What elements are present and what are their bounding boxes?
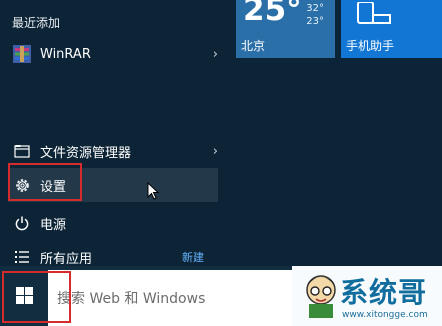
start-item-winrar[interactable]: WinRAR ›: [0, 37, 228, 71]
new-badge: 新建: [182, 251, 204, 264]
phone-assistant-tile[interactable]: 手机助手: [341, 0, 442, 58]
weather-current-temp: 25°: [243, 0, 302, 28]
watermark-url: www.xitongge.com: [342, 310, 428, 320]
weather-low-temp: 23°: [306, 16, 324, 27]
recently-added-title: 最近添加: [12, 16, 61, 30]
watermark-avatar-icon: [300, 272, 342, 320]
watermark-logo: 系统哥 www.xitongge.com: [292, 266, 442, 326]
chevron-right-icon[interactable]: ›: [213, 144, 218, 159]
weather-high-temp: 32°: [306, 3, 324, 14]
winrar-icon: [12, 44, 32, 64]
start-highlight-box: [2, 271, 71, 323]
power-icon: [12, 213, 32, 233]
start-item-label: 文件资源管理器: [40, 145, 132, 161]
phone-assistant-label: 手机助手: [346, 39, 395, 53]
start-item-label: WinRAR: [40, 46, 91, 62]
chevron-right-icon[interactable]: ›: [213, 47, 218, 62]
settings-highlight-box: [8, 163, 82, 201]
weather-tile[interactable]: 25° 32° 23° 北京: [236, 0, 335, 58]
start-item-power[interactable]: 电源: [0, 206, 228, 240]
search-input[interactable]: 搜索 Web 和 Windows: [48, 270, 294, 326]
weather-city-label: 北京: [241, 39, 266, 53]
folder-icon: [12, 141, 32, 161]
watermark-name: 系统哥: [340, 276, 428, 309]
mouse-cursor-icon: [147, 181, 160, 204]
phone-icon: [355, 1, 391, 28]
start-menu-left-panel: 最近添加 WinRAR › 文件资源管理器 › 设置 电源 所有应用 新建: [0, 0, 228, 267]
list-icon: [12, 247, 32, 267]
start-item-label: 电源: [40, 217, 67, 233]
start-item-label: 所有应用: [40, 251, 93, 267]
